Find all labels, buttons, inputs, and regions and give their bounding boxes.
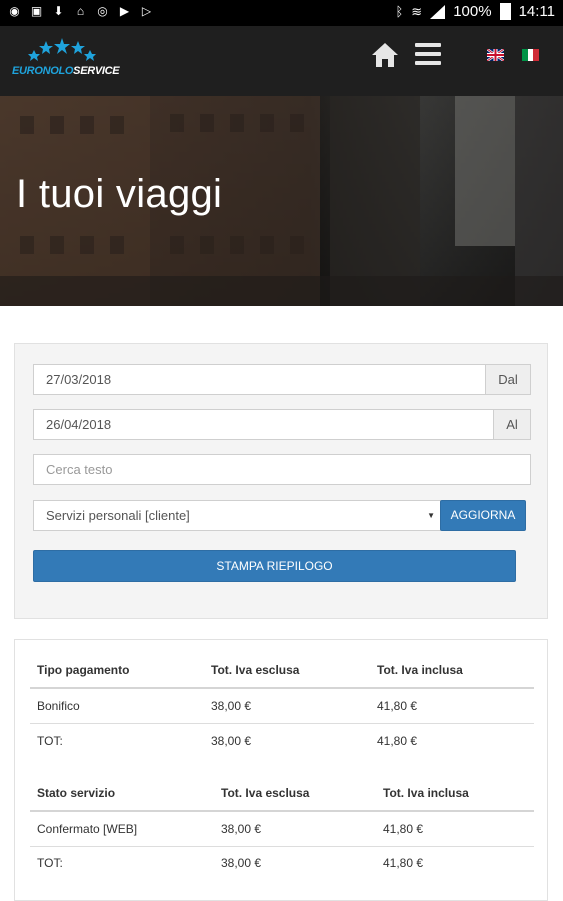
sync-icon: ◎: [97, 4, 108, 18]
app-header: EURONOLOSERVICE: [0, 26, 563, 96]
hero-banner: I tuoi viaggi: [0, 96, 563, 306]
amount-excl-vat-cell: 38,00 €: [211, 734, 252, 748]
home-icon: ⌂: [76, 4, 85, 18]
menu-icon-bar: [415, 52, 441, 56]
amount-incl-vat-cell: 41,80 €: [377, 699, 418, 713]
column-header: Tot. Iva inclusa: [383, 786, 469, 800]
divider: [30, 810, 534, 812]
italian-flag-icon[interactable]: [522, 49, 540, 61]
amount-incl-vat-cell: 41,80 €: [377, 734, 418, 748]
home-button[interactable]: [371, 42, 399, 68]
total-label-cell: TOT:: [37, 856, 63, 870]
payment-type-cell: Bonifico: [37, 699, 80, 713]
amount-excl-vat-cell: 38,00 €: [221, 856, 262, 870]
search-input[interactable]: Cerca testo: [33, 454, 531, 485]
refresh-button[interactable]: AGGIORNA: [440, 500, 526, 531]
search-placeholder: Cerca testo: [46, 462, 113, 477]
menu-icon: [415, 43, 441, 47]
play-store-icon: ▷: [141, 4, 152, 18]
column-header: Tipo pagamento: [37, 663, 130, 677]
page-title: I tuoi viaggi: [16, 172, 223, 216]
date-to-input[interactable]: 26/04/2018: [33, 409, 494, 440]
logo-text-euronolo: EURONOLO: [12, 65, 74, 77]
euronolo-logo[interactable]: EURONOLOSERVICE: [12, 38, 120, 84]
date-from-label: Dal: [485, 364, 531, 395]
logo-text: EURONOLOSERVICE: [12, 65, 120, 77]
divider: [30, 846, 534, 847]
amount-excl-vat-cell: 38,00 €: [221, 822, 262, 836]
amount-excl-vat-cell: 38,00 €: [211, 699, 252, 713]
service-select-value: Servizi personali [cliente]: [46, 508, 190, 523]
clock: 14:11: [518, 3, 555, 20]
signal-icon: [430, 4, 446, 19]
play-icon: ▶: [119, 4, 130, 18]
home-icon: [372, 43, 398, 67]
dropdown-caret-icon: ▼: [427, 511, 435, 520]
amount-incl-vat-cell: 41,80 €: [383, 856, 424, 870]
print-summary-button[interactable]: STAMPA RIEPILOGO: [33, 550, 516, 582]
divider: [30, 687, 534, 689]
column-header: Stato servizio: [37, 786, 116, 800]
battery-icon: [499, 3, 511, 20]
column-header: Tot. Iva inclusa: [377, 663, 463, 677]
status-system: ᛒ ≋ 100% 14:11: [395, 3, 555, 20]
service-status-cell: Confermato [WEB]: [37, 822, 138, 836]
battery-percent: 100%: [453, 3, 492, 20]
summary-panel: Tipo pagamento Tot. Iva esclusa Tot. Iva…: [14, 639, 548, 901]
filter-panel: 27/03/2018 Dal 26/04/2018 Al Cerca testo…: [14, 343, 548, 619]
column-header: Tot. Iva esclusa: [211, 663, 300, 677]
total-label-cell: TOT:: [37, 734, 63, 748]
logo-stars-icon: [28, 38, 96, 61]
logo-text-service: SERVICE: [73, 65, 120, 77]
date-from-input[interactable]: 27/03/2018: [33, 364, 486, 395]
menu-icon-bar: [415, 61, 441, 65]
divider: [30, 723, 534, 724]
service-select[interactable]: Servizi personali [cliente] ▼: [33, 500, 441, 531]
download-icon: ⬇: [53, 4, 64, 18]
english-flag-icon[interactable]: [487, 49, 504, 61]
image-icon: ▣: [30, 4, 43, 18]
android-status-bar: ◉ ▣ ⬇ ⌂ ◎ ▶ ▷ ᛒ ≋ 100% 14:11: [0, 0, 563, 26]
amount-incl-vat-cell: 41,80 €: [383, 822, 424, 836]
date-to-label: Al: [493, 409, 531, 440]
wifi-icon: ≋: [411, 3, 423, 19]
bluetooth-icon: ᛒ: [395, 4, 404, 19]
status-notifications: ◉ ▣ ⬇ ⌂ ◎ ▶ ▷: [8, 4, 153, 18]
notification-icon: ◉: [9, 4, 20, 18]
column-header: Tot. Iva esclusa: [221, 786, 310, 800]
menu-button[interactable]: [415, 43, 441, 67]
